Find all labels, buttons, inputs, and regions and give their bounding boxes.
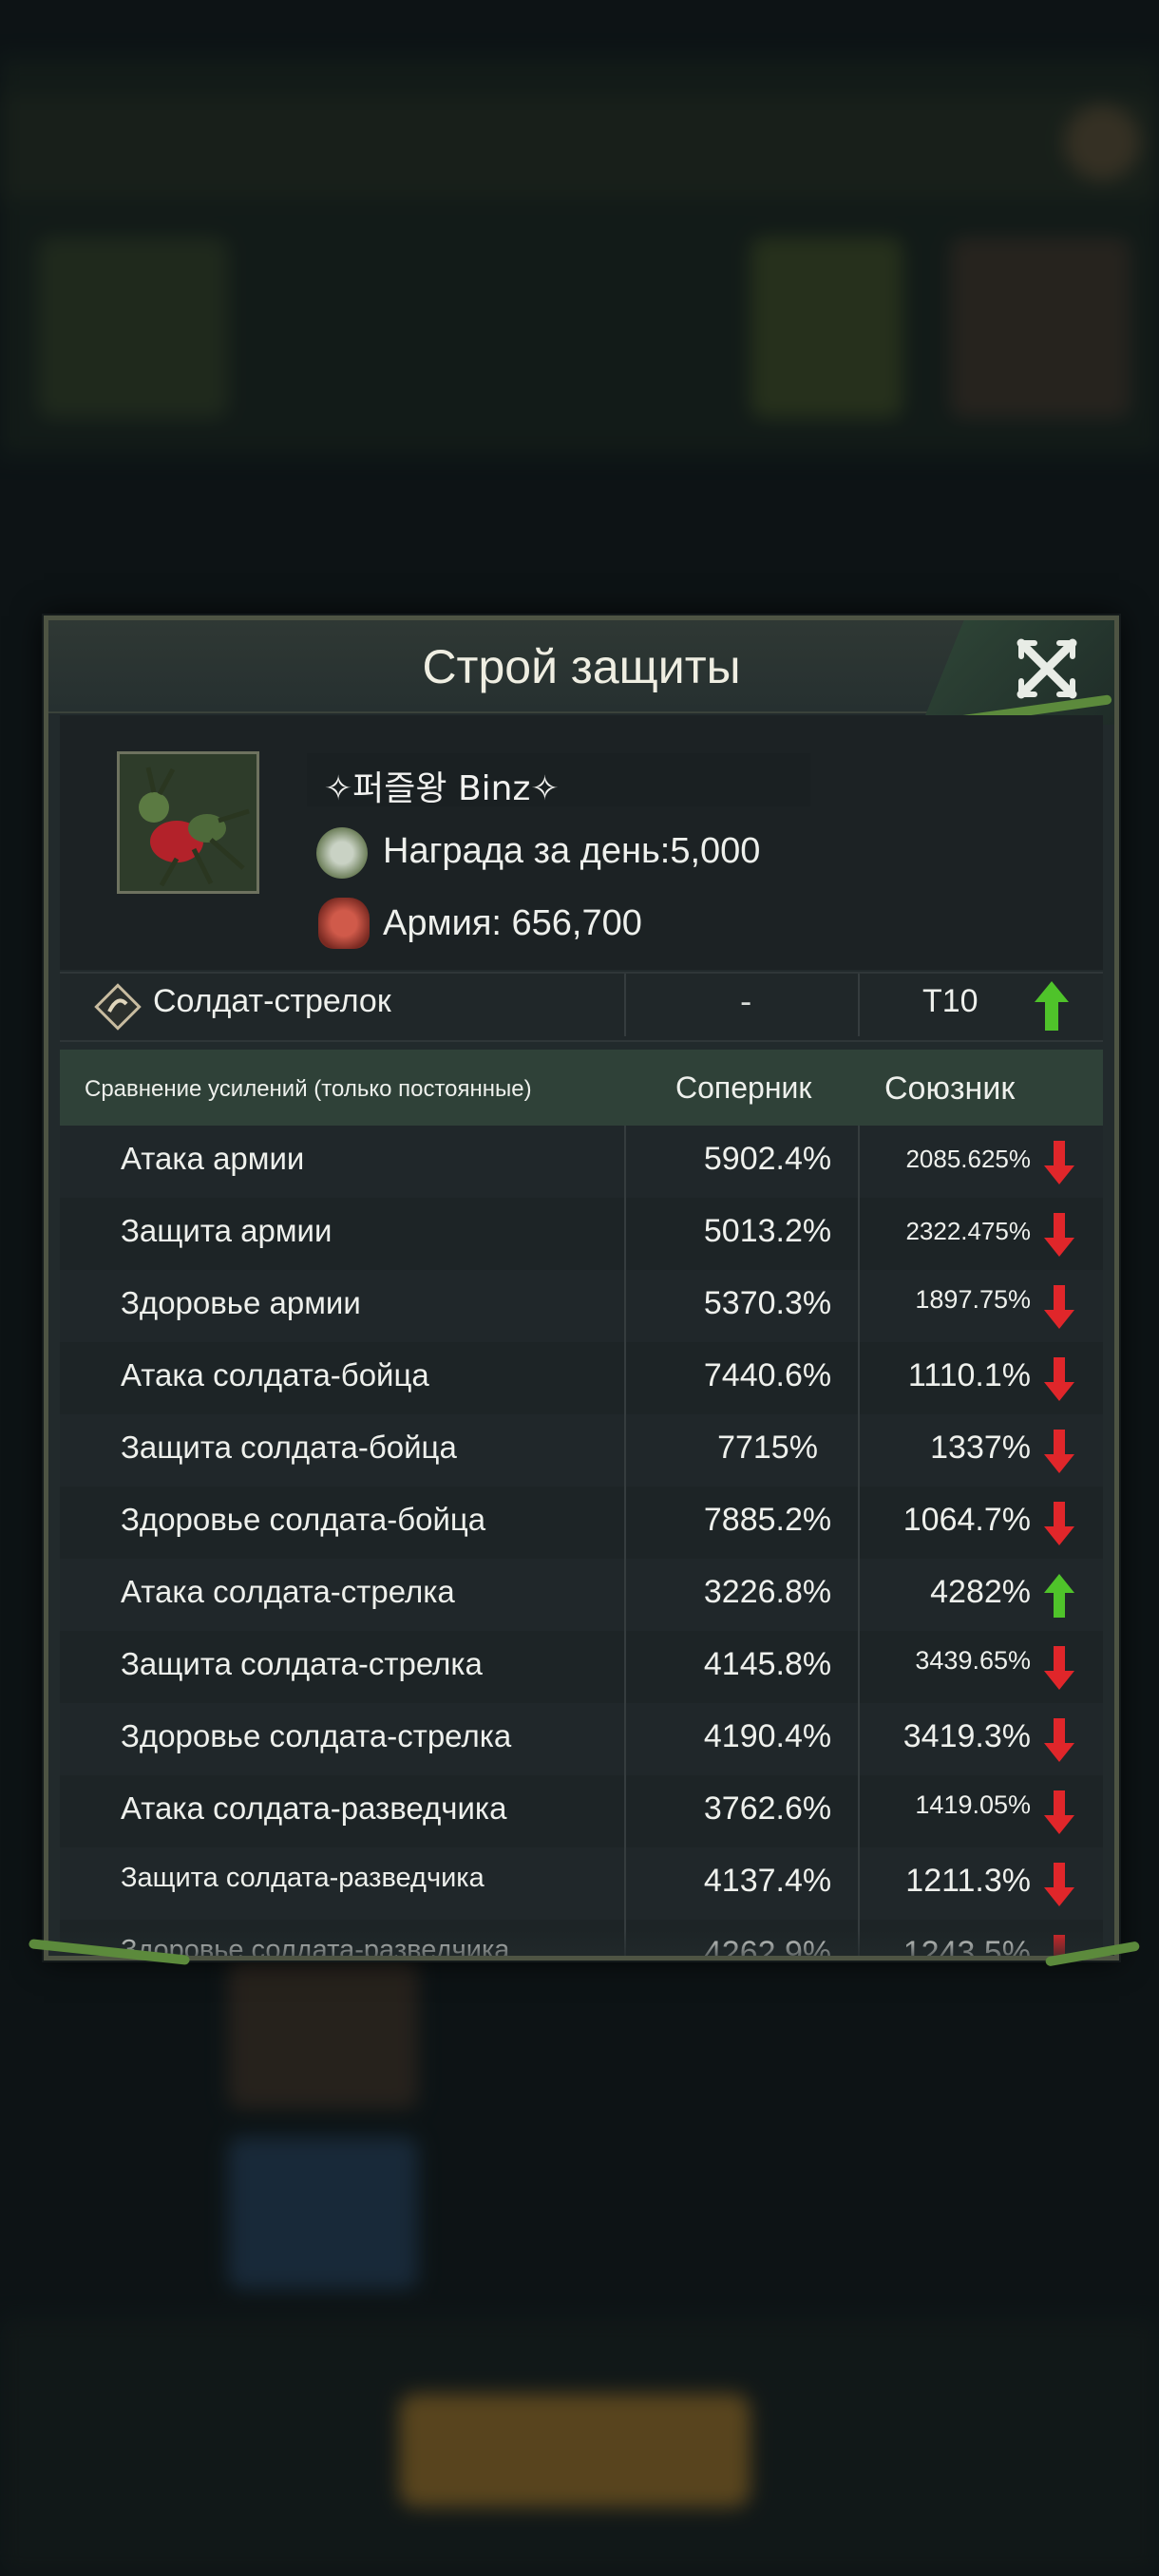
- arrow-up-icon: [1044, 1574, 1074, 1618]
- row-opponent-value: 4137.4%: [703, 1863, 832, 1899]
- table-row: Здоровье солдата-стрелка 4190.4% 3419.3%: [60, 1703, 1103, 1777]
- defense-formation-dialog: Строй защиты ✧퍼즐왕 Binz✧ Награда за день:…: [44, 616, 1119, 1960]
- row-ally-value: 1211.3%: [905, 1863, 1031, 1899]
- table-row: Атака солдата-бойца 7440.6% 1110.1%: [60, 1342, 1103, 1416]
- arrow-down-icon: [1044, 1285, 1074, 1329]
- arrow-down-icon: [1044, 1502, 1074, 1545]
- table-row: Атака армии 5902.4% 2085.625%: [60, 1126, 1103, 1200]
- comparison-table-body: Атака армии 5902.4% 2085.625% Защита армии 5…: [48, 620, 1114, 1956]
- table-row: Атака солдата-разведчика 3762.6% 1419.05%: [60, 1775, 1103, 1849]
- row-label: Защита солдата-стрелка: [121, 1646, 483, 1681]
- table-row: Защита солдата-стрелка 4145.8% 3439.65%: [60, 1631, 1103, 1705]
- row-label: Здоровье армии: [121, 1285, 361, 1320]
- row-ally-value: 1110.1%: [907, 1357, 1031, 1393]
- row-opponent-value: 4190.4%: [703, 1718, 832, 1754]
- row-label: Защита солдата-разведчика: [121, 1863, 484, 1893]
- row-opponent-value: 5902.4%: [703, 1141, 832, 1177]
- row-label: Атака солдата-бойца: [121, 1357, 429, 1392]
- row-label: Атака солдата-разведчика: [121, 1790, 507, 1826]
- row-label: Здоровье солдата-стрелка: [121, 1718, 512, 1753]
- table-row: Защита солдата-бойца 7715% 1337%: [60, 1414, 1103, 1488]
- row-opponent-value: 3226.8%: [703, 1574, 832, 1610]
- row-label: Защита солдата-бойца: [121, 1430, 457, 1465]
- arrow-down-icon: [1044, 1718, 1074, 1762]
- row-opponent-value: 5013.2%: [703, 1213, 832, 1249]
- row-ally-value: 1064.7%: [902, 1502, 1031, 1538]
- row-ally-value: 3439.65%: [915, 1646, 1031, 1675]
- row-ally-value: 1419.05%: [915, 1790, 1031, 1819]
- row-ally-value: 2322.475%: [905, 1217, 1031, 1245]
- arrow-down-icon: [1044, 1141, 1074, 1184]
- arrow-down-icon: [1044, 1863, 1074, 1906]
- row-label: Атака армии: [121, 1141, 305, 1176]
- row-ally-value: 1337%: [930, 1430, 1031, 1466]
- row-opponent-value: 7715%: [717, 1430, 818, 1466]
- row-label: Здоровье солдата-бойца: [121, 1502, 486, 1537]
- column-divider: [624, 1126, 626, 1956]
- row-ally-value: 4282%: [930, 1574, 1031, 1610]
- arrow-down-icon: [1044, 1430, 1074, 1473]
- table-row: Здоровье солдата-бойца 7885.2% 1064.7%: [60, 1487, 1103, 1561]
- row-opponent-value: 5370.3%: [703, 1285, 832, 1321]
- table-row: Здоровье армии 5370.3% 1897.75%: [60, 1270, 1103, 1344]
- row-ally-value: 3419.3%: [902, 1718, 1031, 1754]
- row-ally-value: 1897.75%: [915, 1285, 1031, 1314]
- arrow-down-icon: [1044, 1357, 1074, 1401]
- row-label: Защита армии: [121, 1213, 332, 1248]
- arrow-down-icon: [1044, 1646, 1074, 1690]
- row-ally-value: 2085.625%: [905, 1145, 1031, 1173]
- scroll-fade: [48, 1929, 1114, 1956]
- row-opponent-value: 3762.6%: [703, 1790, 832, 1827]
- arrow-down-icon: [1044, 1213, 1074, 1257]
- table-row: Защита армии 5013.2% 2322.475%: [60, 1198, 1103, 1272]
- row-opponent-value: 7440.6%: [703, 1357, 832, 1393]
- row-opponent-value: 4145.8%: [703, 1646, 832, 1682]
- column-divider: [858, 1126, 860, 1956]
- arrow-down-icon: [1044, 1790, 1074, 1834]
- table-row: Атака солдата-стрелка 3226.8% 4282%: [60, 1559, 1103, 1633]
- row-label: Атака солдата-стрелка: [121, 1574, 455, 1609]
- table-row: Защита солдата-разведчика 4137.4% 1211.3%: [60, 1847, 1103, 1922]
- row-opponent-value: 7885.2%: [703, 1502, 832, 1538]
